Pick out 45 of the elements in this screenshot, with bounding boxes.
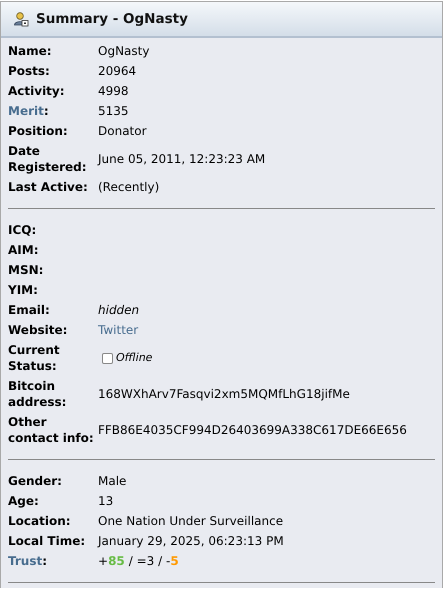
field-label: MSN: bbox=[8, 263, 44, 277]
field-label: Position: bbox=[8, 124, 68, 138]
label-link[interactable]: Trust bbox=[8, 554, 42, 568]
trust-score: 5 bbox=[170, 553, 179, 569]
field-value: 4998 bbox=[98, 83, 130, 99]
field-value: hidden bbox=[98, 302, 140, 318]
field-label: Name: bbox=[8, 44, 52, 58]
field-value: Donator bbox=[98, 123, 148, 139]
field-value: January 29, 2025, 06:23:13 PM bbox=[98, 533, 285, 549]
label-link[interactable]: Merit bbox=[8, 104, 44, 118]
field-value: 13 bbox=[98, 493, 114, 509]
field-label: Bitcoin address: bbox=[8, 379, 66, 409]
status-text: Offline bbox=[116, 350, 152, 366]
field-label: Activity: bbox=[8, 84, 65, 98]
trust-score: / =3 / - bbox=[128, 553, 170, 569]
field-value: 5135 bbox=[98, 103, 130, 119]
field-label: Email: bbox=[8, 303, 50, 317]
user-icon bbox=[13, 11, 29, 27]
field-value: 20964 bbox=[98, 63, 138, 79]
field-label: YIM: bbox=[8, 283, 38, 297]
field-value: June 05, 2011, 12:23:23 AM bbox=[98, 151, 266, 167]
field-label: Posts: bbox=[8, 64, 50, 78]
field-value: FFB86E4035CF994D26403699A338C617DE66E656 bbox=[98, 422, 408, 438]
label-colon: : bbox=[44, 104, 49, 118]
trust-score: 85 bbox=[108, 553, 125, 569]
field-label: Gender: bbox=[8, 474, 62, 488]
field-value: OgNasty bbox=[98, 43, 150, 59]
field-label: Date Registered: bbox=[8, 144, 87, 174]
field-label: ICQ: bbox=[8, 223, 36, 237]
field-label: Last Active: bbox=[8, 180, 88, 194]
field-label: Website: bbox=[8, 323, 68, 337]
field-value: One Nation Under Surveillance bbox=[98, 513, 284, 529]
panel-title: Summary - OgNasty bbox=[36, 11, 188, 27]
field-label: Age: bbox=[8, 494, 39, 508]
field-value: (Recently) bbox=[98, 179, 160, 195]
trust-score: + bbox=[98, 553, 108, 569]
field-label: AIM: bbox=[8, 243, 38, 257]
field-value: 168WXhArv7Fasqvi2xm5MQMfLhG18jifMe bbox=[98, 386, 351, 402]
website-link[interactable]: Twitter bbox=[98, 323, 138, 337]
field-value: Male bbox=[98, 473, 128, 489]
field-label: Local Time: bbox=[8, 534, 86, 548]
label-colon: : bbox=[42, 554, 48, 568]
field-label: Location: bbox=[8, 514, 71, 528]
field-label: Current Status: bbox=[8, 343, 60, 373]
field-label: Other contact info: bbox=[8, 415, 94, 445]
